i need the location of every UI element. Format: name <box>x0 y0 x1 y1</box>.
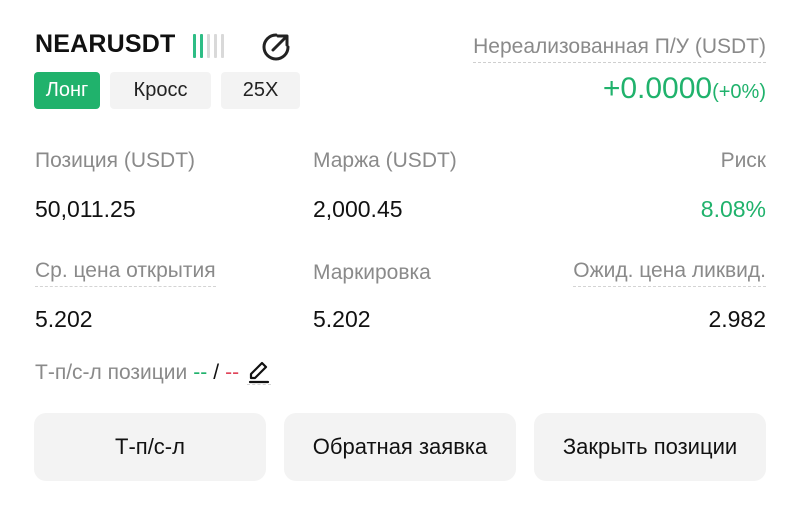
reverse-order-button[interactable]: Обратная заявка <box>284 413 516 481</box>
leverage-bar <box>214 34 217 58</box>
unrealized-pnl-amount: +0.0000 <box>602 72 713 105</box>
leverage-tag[interactable]: 25X <box>221 72 300 109</box>
position-size-label: Позиция (USDT) <box>35 149 196 172</box>
unrealized-pnl-value: +0.0000(+0%) <box>603 72 766 106</box>
tpsl-separator: / <box>213 360 220 384</box>
leverage-level-indicator <box>193 34 224 58</box>
position-card: NEARUSDT Лонг Кросс 25X Нереализованная … <box>0 0 800 508</box>
symbol-title[interactable]: NEARUSDT <box>35 30 176 59</box>
liquidation-price-value: 2.982 <box>708 306 766 332</box>
tpsl-label: Т-п/с-л позиции <box>35 360 188 384</box>
risk-value: 8.08% <box>700 196 766 222</box>
margin-mode-tag[interactable]: Кросс <box>110 72 211 109</box>
side-tag: Лонг <box>34 72 100 109</box>
stop-loss-value: -- <box>225 360 240 384</box>
position-size-value: 50,011.25 <box>35 196 136 222</box>
leverage-bar <box>200 34 203 58</box>
close-position-button[interactable]: Закрыть позиции <box>534 413 766 481</box>
entry-price-value: 5.202 <box>35 306 93 332</box>
entry-price-label[interactable]: Ср. цена открытия <box>35 259 216 287</box>
risk-label: Риск <box>720 149 766 172</box>
position-tpsl-row: Т-п/с-л позиции -- / -- <box>35 360 272 385</box>
leverage-bar <box>221 34 224 58</box>
margin-label: Маржа (USDT) <box>313 149 457 172</box>
tpsl-button[interactable]: Т-п/с-л <box>34 413 266 481</box>
unrealized-pnl-percent: (+0%) <box>712 81 766 103</box>
leverage-bar <box>207 34 210 58</box>
mark-price-label: Маркировка <box>313 261 431 284</box>
margin-value: 2,000.45 <box>313 196 403 222</box>
unrealized-pnl-label[interactable]: Нереализованная П/У (USDT) <box>473 35 766 63</box>
edit-pencil-icon[interactable] <box>247 360 272 385</box>
share-icon[interactable] <box>260 31 292 63</box>
take-profit-value: -- <box>193 360 208 384</box>
liquidation-price-label[interactable]: Ожид. цена ликвид. <box>573 259 766 287</box>
mark-price-value: 5.202 <box>313 306 371 332</box>
leverage-bar <box>193 34 196 58</box>
